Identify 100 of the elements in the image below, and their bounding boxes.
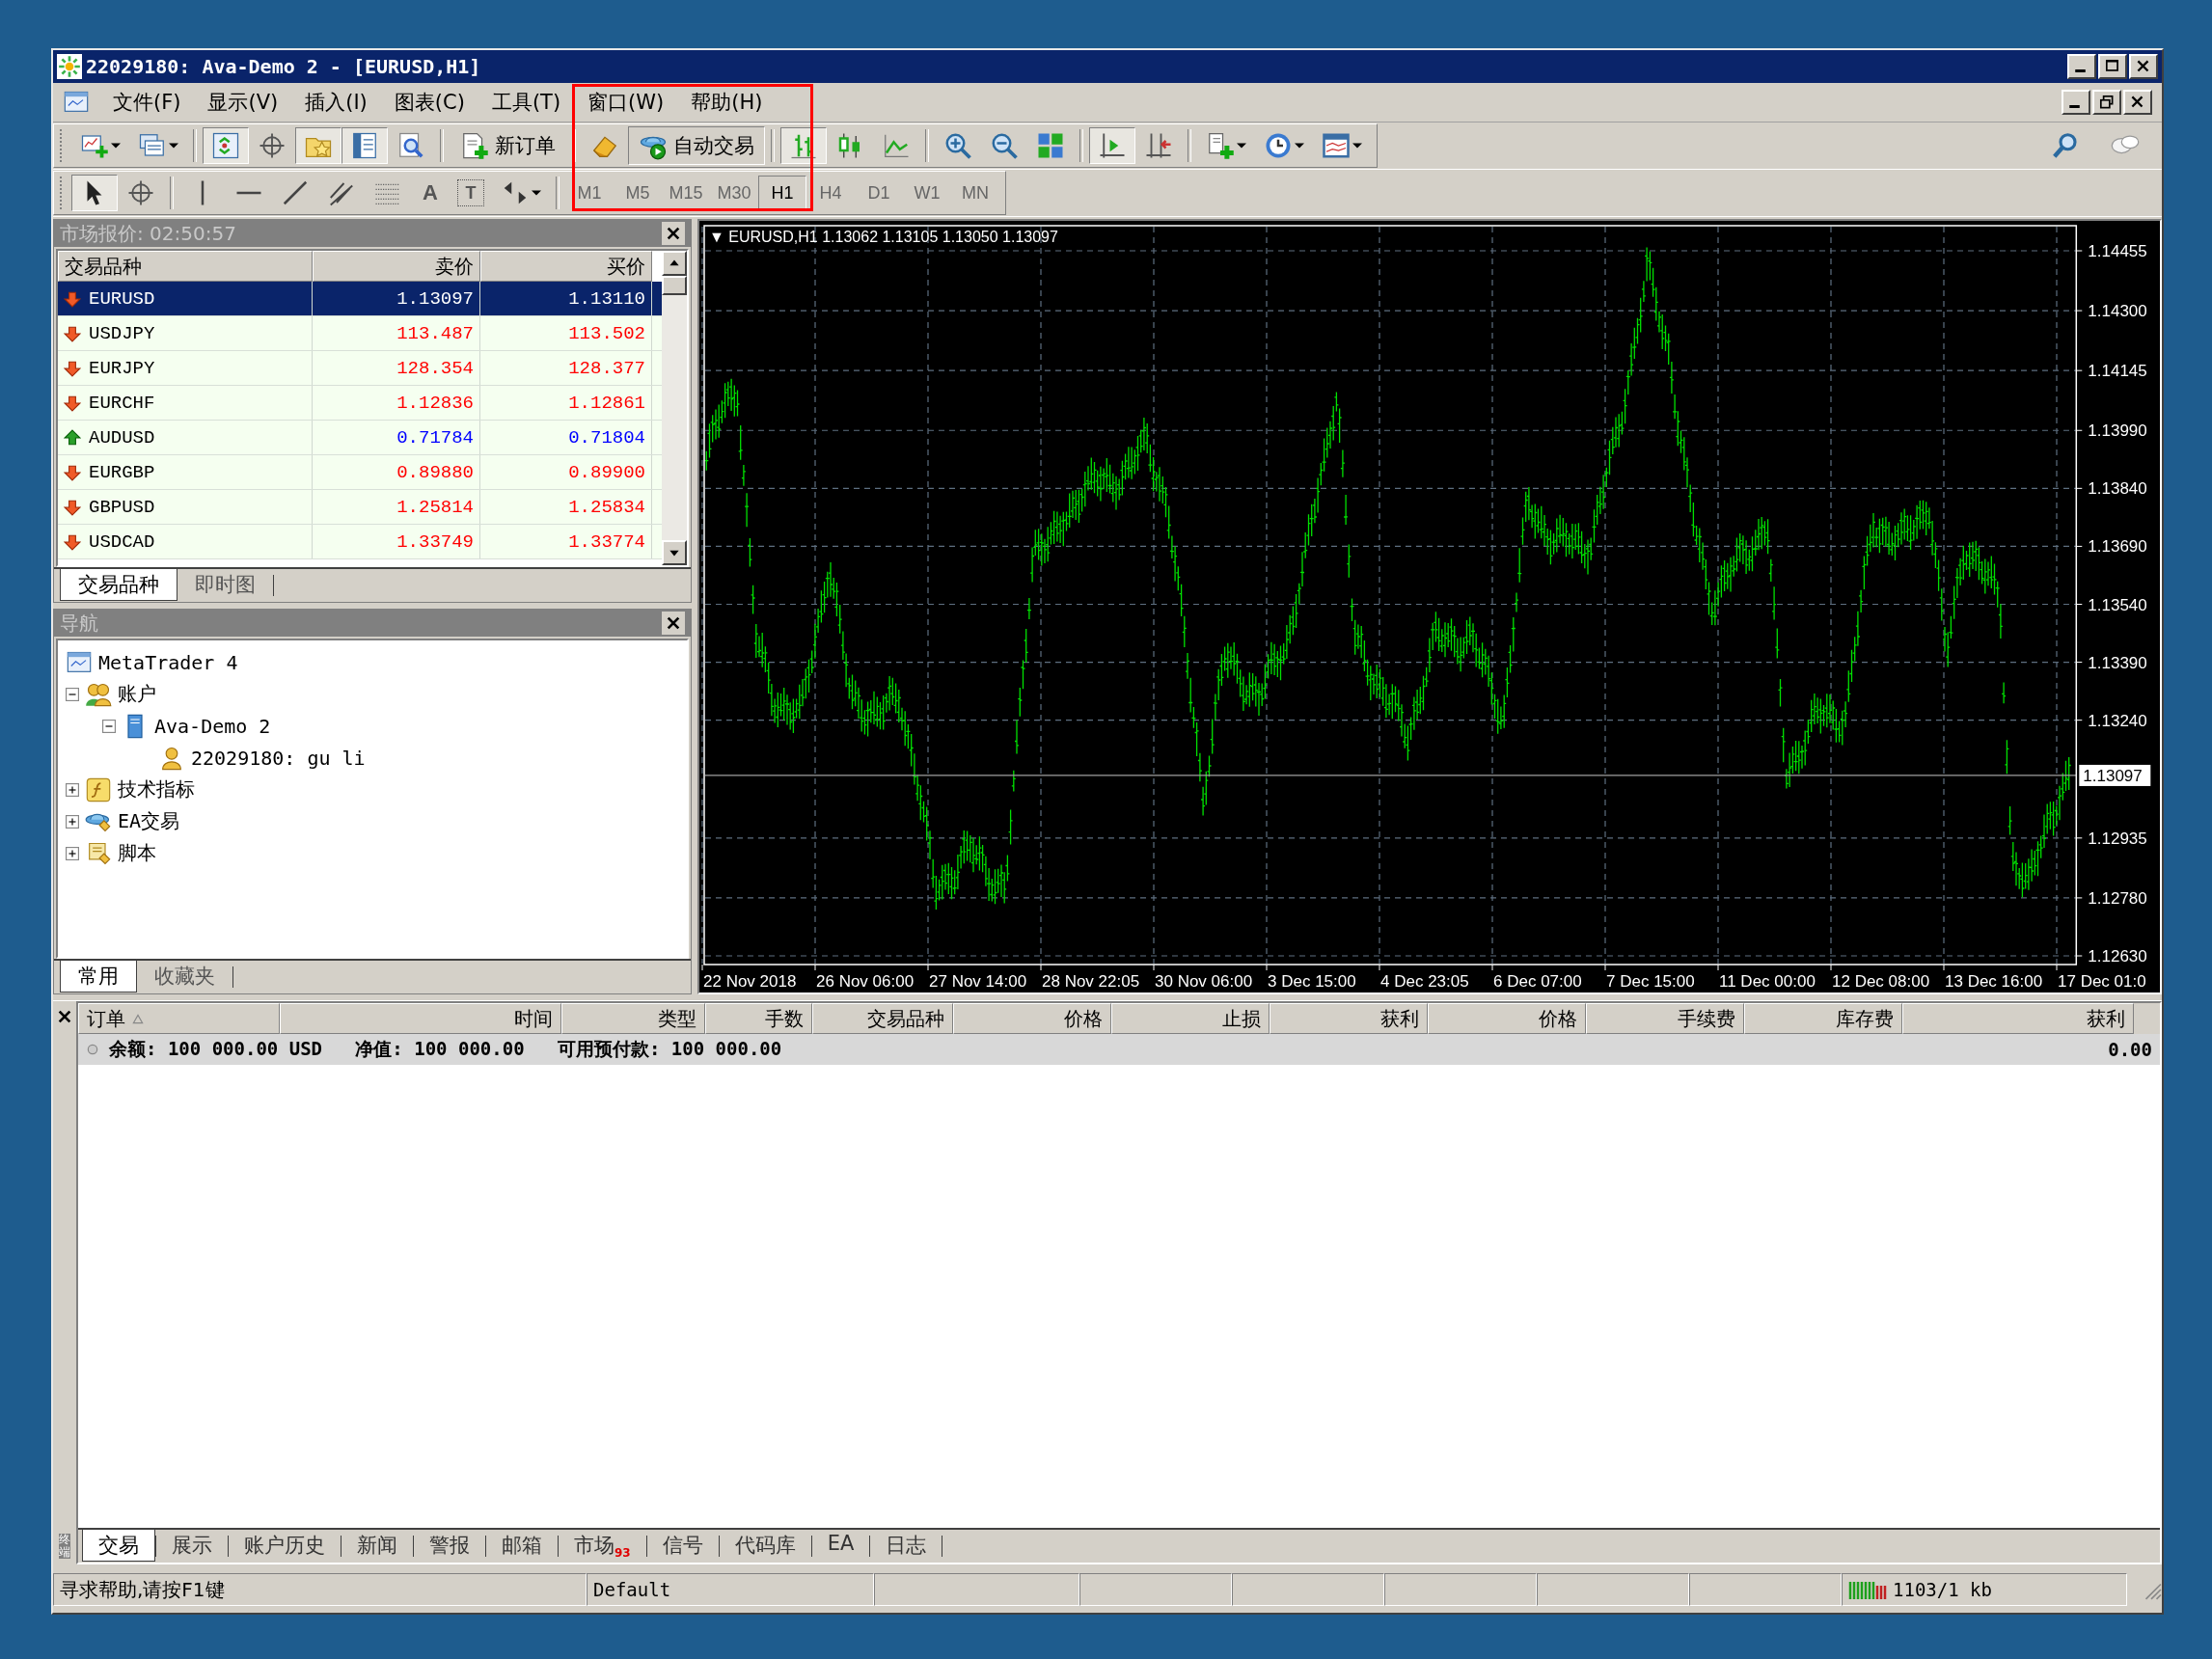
symbol-row[interactable]: USDJPY 113.487 113.502 [58,316,662,351]
terminal-tab[interactable]: EA [811,1530,870,1557]
add-document-icon [1206,131,1235,160]
caret-icon[interactable] [169,141,178,150]
tree-item[interactable]: Ava-Demo 2 [154,714,271,738]
column-header[interactable]: 卖价 [313,251,480,282]
text-tool-button[interactable]: A [411,176,450,210]
chart-window-icon[interactable] [203,127,249,164]
menu-item[interactable]: 帮助(H) [677,89,777,116]
menu-item[interactable]: 窗口(W) [574,89,678,116]
symbol-row[interactable]: EURGBP 0.89880 0.89900 [58,455,662,490]
price-label: 1.12630 [2088,947,2147,965]
price-label: 1.12935 [2088,829,2147,848]
tree-item[interactable]: 技术指标 [118,776,195,802]
terminal-tab[interactable]: 交易 [82,1530,155,1562]
scrollbar[interactable] [662,251,687,565]
restore-button[interactable] [2092,90,2121,115]
scroll-down-button[interactable] [662,540,687,565]
expand-icon[interactable] [66,782,79,797]
price-label: 1.13690 [2088,537,2147,557]
caret-icon[interactable] [111,141,121,150]
close-button[interactable] [2123,90,2152,115]
tree-item[interactable]: 账户 [118,681,156,707]
scroll-up-button[interactable] [662,251,687,276]
close-icon[interactable] [662,612,685,635]
terminal-tab[interactable]: 日志 [870,1530,942,1561]
caret-icon[interactable] [1295,141,1304,150]
timeframe-button[interactable]: D1 [855,176,903,210]
symbol-row[interactable]: GBPUSD 1.25814 1.25834 [58,490,662,525]
column-header[interactable]: 订单 [78,1003,280,1034]
column-header[interactable]: 交易品种 [812,1003,953,1034]
close-icon[interactable] [662,222,685,245]
column-header[interactable]: 买价 [480,251,652,282]
close-button[interactable] [2129,54,2158,79]
symbol-row[interactable]: USDCAD 1.33749 1.33774 [58,525,662,559]
maximize-button[interactable] [2098,54,2127,79]
terminal-tab[interactable]: 账户历史 [229,1530,341,1561]
column-header[interactable]: 获利 [1270,1003,1428,1034]
terminal-tab[interactable]: 警报 [414,1530,485,1561]
new-order-button[interactable]: 新订单 [450,126,566,165]
column-header[interactable]: 价格 [1428,1003,1586,1034]
symbol-row[interactable]: EURJPY 128.354 128.377 [58,351,662,386]
label-tool-button[interactable]: T [457,179,484,206]
column-header[interactable]: 获利 [1902,1003,2134,1034]
terminal-tab[interactable]: 信号 [646,1530,719,1561]
symbol-row[interactable]: EURUSD 1.13097 1.13110 [58,282,662,316]
column-header[interactable]: 止损 [1111,1003,1270,1034]
bar-chart-icon[interactable] [780,127,827,164]
terminal-tab[interactable]: 代码库 [719,1530,811,1561]
chart-shift-icon[interactable] [1089,127,1135,164]
column-header[interactable]: 手数 [705,1003,812,1034]
tree-item[interactable]: MetaTrader 4 [98,650,238,674]
menu-item[interactable]: 显示(V) [194,89,292,116]
profile-name: Default [587,1573,874,1606]
panel-tab[interactable]: 交易品种 [60,569,178,601]
panel-tab[interactable]: 常用 [60,961,137,993]
cursor-icon[interactable] [71,175,118,211]
column-header[interactable]: 价格 [953,1003,1111,1034]
timeframe-button[interactable]: MN [951,176,999,210]
timeframe-button[interactable]: H1 [758,176,806,210]
panel-tab[interactable]: 即时图 [178,569,273,600]
symbol-row[interactable]: AUDUSD 0.71784 0.71804 [58,421,662,455]
expand-icon[interactable] [66,814,79,829]
column-header[interactable]: 库存费 [1744,1003,1902,1034]
terminal-tab[interactable]: 邮箱 [486,1530,558,1561]
menu-item[interactable]: 文件(F) [99,89,195,116]
collapse-icon[interactable] [102,719,116,733]
star-folder-icon[interactable] [295,127,341,164]
terminal-tab[interactable]: 新闻 [341,1530,413,1561]
column-header[interactable]: 手续费 [1586,1003,1744,1034]
expand-icon[interactable] [66,846,79,860]
symbol-row[interactable]: EURCHF 1.12836 1.12861 [58,386,662,421]
scroll-thumb[interactable] [662,276,687,295]
menu-item[interactable]: 图表(C) [380,89,478,116]
collapse-icon[interactable] [66,687,79,701]
column-header[interactable]: 类型 [561,1003,705,1034]
timeframe-button[interactable]: M30 [710,176,758,210]
column-header[interactable]: 时间 [280,1003,561,1034]
caret-icon[interactable] [532,188,541,198]
terminal-tab[interactable]: 市场$_{93}$ [559,1530,646,1563]
minimize-button[interactable] [2062,90,2090,115]
panel-tab[interactable]: 收藏夹 [137,961,232,992]
tree-item[interactable]: 22029180: gu li [191,746,366,770]
column-header[interactable]: 交易品种 [58,251,313,282]
timeframe-button[interactable]: M5 [614,176,662,210]
timeframe-button[interactable]: W1 [903,176,951,210]
terminal-tab[interactable]: 展示 [156,1530,228,1561]
minimize-button[interactable] [2067,54,2096,79]
menu-item[interactable]: 工具(T) [478,89,575,116]
timeframe-button[interactable]: M15 [662,176,710,210]
timeframe-button[interactable]: M1 [565,176,614,210]
time-label: 11 Dec 00:00 [1719,972,1816,991]
autotrading-button[interactable]: 自动交易 [628,126,765,165]
tree-item[interactable]: EA交易 [118,808,180,834]
caret-icon[interactable] [1237,141,1246,150]
menu-item[interactable]: 插入(I) [291,89,381,116]
caret-icon[interactable] [1352,141,1362,150]
timeframe-button[interactable]: H4 [806,176,855,210]
panel-icon[interactable] [341,127,388,164]
tree-item[interactable]: 脚本 [118,840,156,866]
